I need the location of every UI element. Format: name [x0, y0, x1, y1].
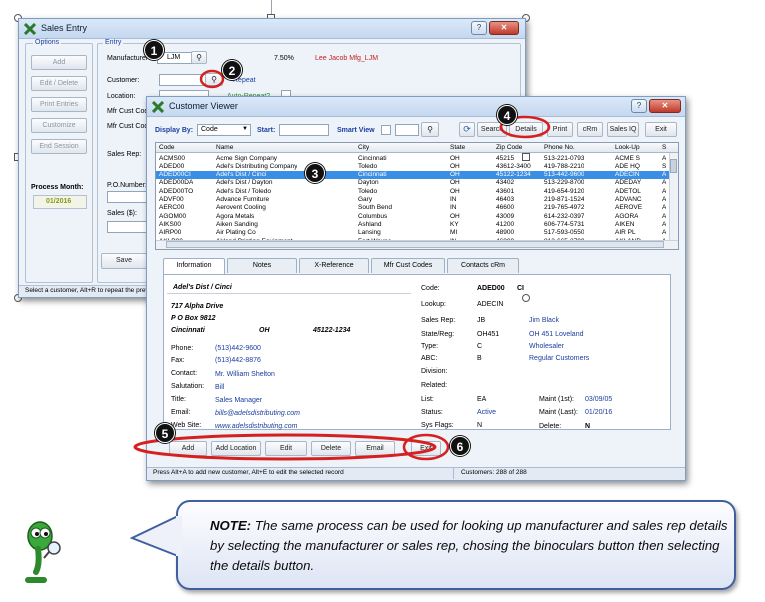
highlight-oval-customer-lookup [199, 69, 225, 89]
callout-3: 3 [305, 163, 325, 183]
callout-5: 5 [155, 423, 175, 443]
note-body: The same process can be used for looking… [210, 518, 728, 573]
mascot-illustration [25, 521, 61, 583]
note-prefix: NOTE: [210, 518, 252, 533]
highlight-oval-bottom-buttons [133, 433, 437, 461]
note-callout: NOTE: The same process can be used for l… [176, 500, 736, 590]
callout-6: 6 [450, 436, 470, 456]
callout-4: 4 [497, 105, 517, 125]
callout-1: 1 [144, 40, 164, 60]
note-pointer [130, 515, 182, 557]
note-text: NOTE: The same process can be used for l… [210, 516, 730, 576]
highlight-oval-exit [402, 433, 450, 461]
callout-2: 2 [222, 60, 242, 80]
